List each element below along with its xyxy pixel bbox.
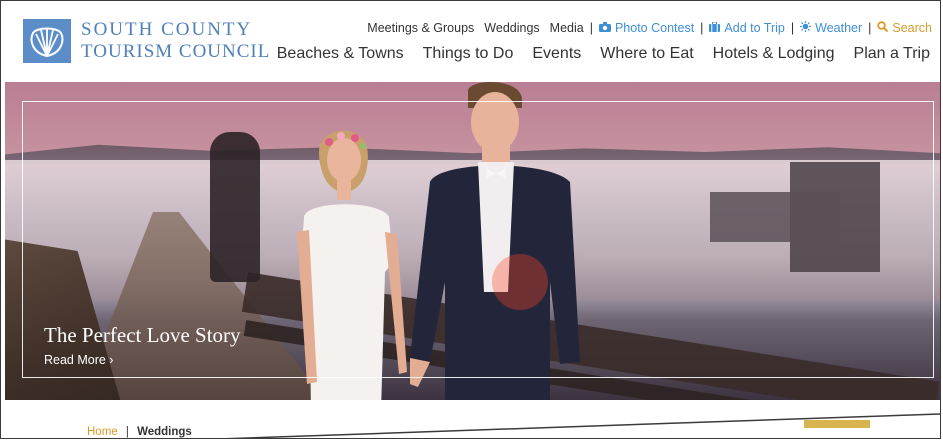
breadcrumb-separator: |: [125, 426, 129, 438]
read-more-link[interactable]: Read More ›: [44, 353, 113, 367]
photo-contest-link[interactable]: Photo Contest: [615, 21, 694, 35]
hero-banner[interactable]: The Perfect Love Story Read More ›: [5, 82, 940, 400]
breadcrumb-home[interactable]: Home: [87, 426, 118, 438]
separator: |: [790, 21, 795, 35]
logo-line-1: SOUTH COUNTY: [81, 19, 253, 40]
media-link[interactable]: Media: [550, 21, 584, 35]
separator: |: [589, 21, 593, 35]
hero-groom-figure: [410, 82, 580, 400]
separator: |: [868, 21, 872, 35]
nav-plan-a-trip[interactable]: Plan a Trip: [854, 45, 930, 63]
nav-where-to-eat[interactable]: Where to Eat: [600, 45, 693, 63]
search-icon[interactable]: [877, 21, 889, 35]
utility-nav: Meetings & Groups Weddings Media | Photo…: [367, 21, 932, 35]
search-link[interactable]: Search: [892, 21, 932, 35]
gold-accent-tab: [804, 420, 870, 428]
hero-dock-platform: [710, 192, 840, 242]
nav-things-to-do[interactable]: Things to Do: [423, 45, 514, 63]
meetings-link[interactable]: Meetings & Groups: [367, 21, 474, 35]
hero-title: The Perfect Love Story: [44, 323, 241, 347]
camera-icon: [598, 21, 611, 35]
hero-bride-figure: [297, 130, 407, 400]
site-header: SOUTH COUNTY TOURISM COUNCIL Meetings & …: [1, 1, 940, 81]
weather-link[interactable]: Weather: [815, 21, 862, 35]
logo-wordmark: SOUTH COUNTY TOURISM COUNCIL: [81, 19, 270, 63]
logo-line-2: TOURISM COUNCIL: [81, 41, 271, 62]
separator: |: [700, 21, 704, 35]
breadcrumb-current: Weddings: [137, 426, 192, 438]
suitcase-icon: [709, 21, 721, 35]
add-to-trip-link[interactable]: Add to Trip: [724, 21, 784, 35]
nav-beaches-towns[interactable]: Beaches & Towns: [277, 45, 404, 63]
site-logo[interactable]: SOUTH COUNTY TOURISM COUNCIL: [23, 19, 270, 63]
main-nav: Beaches & Towns Things to Do Events Wher…: [258, 45, 930, 63]
browser-frame: SOUTH COUNTY TOURISM COUNCIL Meetings & …: [0, 0, 941, 439]
nav-hotels-lodging[interactable]: Hotels & Lodging: [713, 45, 835, 63]
shell-icon: [23, 19, 71, 63]
breadcrumb: Home | Weddings: [87, 426, 192, 438]
hero-background-figure: [210, 132, 260, 282]
nav-events[interactable]: Events: [532, 45, 581, 63]
weddings-link[interactable]: Weddings: [484, 21, 539, 35]
sun-icon: [800, 21, 812, 35]
